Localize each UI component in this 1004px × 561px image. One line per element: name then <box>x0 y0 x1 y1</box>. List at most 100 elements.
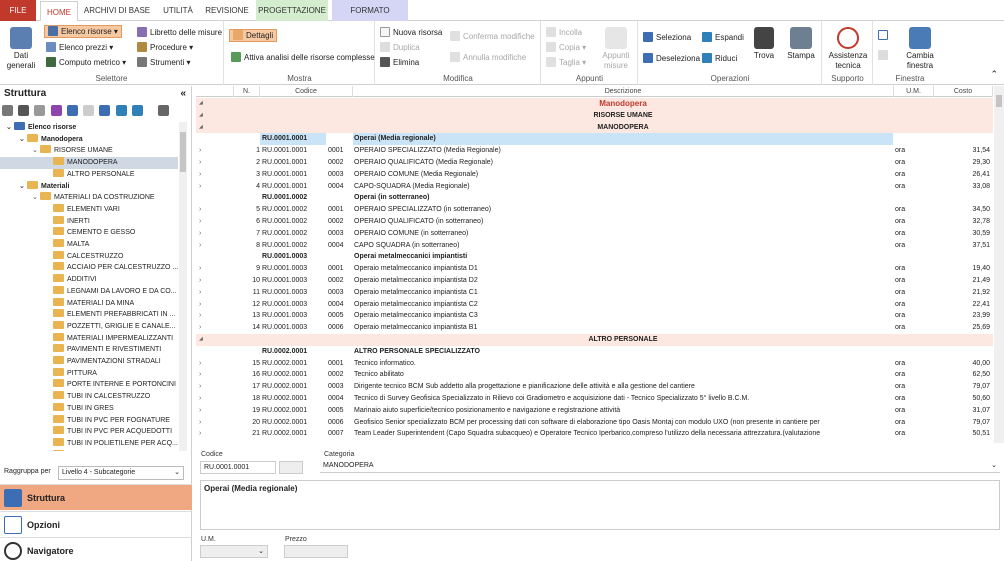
grid-scroll-thumb[interactable] <box>996 95 1002 107</box>
nav-opzioni[interactable]: Opzioni <box>0 511 192 537</box>
tree-node[interactable]: ⌄ Elenco risorse <box>0 122 178 134</box>
tree-scrollbar[interactable] <box>179 122 187 451</box>
expand-row-icon[interactable]: › <box>199 405 207 417</box>
header-costo[interactable]: Costo <box>934 86 993 97</box>
nav-navigatore[interactable]: Navigatore <box>0 537 192 561</box>
expand-row-icon[interactable]: › <box>199 240 207 252</box>
tab-archivi-di-base[interactable]: ARCHIVI DI BASE <box>82 0 152 21</box>
expand-row-icon[interactable]: › <box>199 358 207 370</box>
expand-row-icon[interactable]: › <box>199 228 207 240</box>
table-row[interactable]: › 3 RU.0001.0001 0003 OPERAIO COMUNE (Media … <box>196 169 993 181</box>
collapse-panel-icon[interactable]: « <box>180 86 186 102</box>
dati-generali-button[interactable]: Dati generali <box>4 27 38 71</box>
riduci-button[interactable]: Riduci <box>702 52 737 65</box>
tree-node[interactable]: TUBI IN GHISA <box>0 449 178 451</box>
table-row[interactable]: › 11 RU.0001.0003 0003 Operaio metalmeccanic… <box>196 287 993 299</box>
delete-icon[interactable] <box>18 105 30 116</box>
table-row[interactable]: › 14 RU.0001.0003 0006 Operaio metalmeccanic… <box>196 322 993 334</box>
tree-node[interactable]: ⌄ MATERIALI DA COSTRUZIONE <box>0 192 178 204</box>
collapse-row-icon[interactable]: ◢ <box>199 98 207 110</box>
descrizione-textarea[interactable]: Operai (Media regionale) <box>200 480 1000 530</box>
tree-node[interactable]: ⌄ Manodopera <box>0 133 178 146</box>
ribbon-collapse-icon[interactable]: ⌃ <box>990 69 998 80</box>
tree-node[interactable]: ⌄ Materiali <box>0 180 178 193</box>
expand-row-icon[interactable]: › <box>199 299 207 311</box>
tree-node[interactable]: PITTURA <box>0 367 178 380</box>
assistenza-tecnica-button[interactable]: Assistenza tecnica <box>825 27 871 71</box>
group-row[interactable]: RU.0001.0001 Operai (Media regionale) <box>196 133 993 146</box>
expand-row-icon[interactable]: › <box>199 145 207 157</box>
elenco-prezzi-button[interactable]: Elenco prezzi ▾ <box>46 41 113 54</box>
tree-node[interactable]: PAVIMENTAZIONI STRADALI <box>0 356 178 368</box>
tree-node[interactable]: MATERIALI IMPERMEALIZZANTI <box>0 332 178 345</box>
table-row[interactable]: › 4 RU.0001.0001 0004 CAPO-SQUADRA (Media Re… <box>196 181 993 193</box>
tree-node[interactable]: INERTI <box>0 215 178 228</box>
trova-button[interactable]: Trova <box>749 27 779 61</box>
tree-node[interactable]: MATERIALI DA MINA <box>0 297 178 310</box>
duplica-button[interactable]: Duplica <box>380 41 420 54</box>
tree-expander-icon[interactable]: ⌄ <box>6 122 14 134</box>
category-row[interactable]: ◢ ALTRO PERSONALE <box>196 334 993 346</box>
tab-home[interactable]: HOME <box>40 1 78 22</box>
tab-formato[interactable]: FORMATO <box>332 0 408 21</box>
category-row[interactable]: ◢ MANODOPERA <box>196 121 993 134</box>
strumenti-button[interactable]: Strumenti ▾ <box>137 56 190 69</box>
tree-node[interactable]: ALTRO PERSONALE <box>0 168 178 181</box>
table-row[interactable]: › 17 RU.0002.0001 0003 Dirigente tecnico BCM… <box>196 381 993 393</box>
codice-field[interactable]: RU.0001.0001 <box>200 461 276 474</box>
table-row[interactable]: › 19 RU.0002.0001 0005 Marinaio aiuto superf… <box>196 405 993 417</box>
expand-row-icon[interactable]: › <box>199 417 207 429</box>
window-tile-button[interactable] <box>878 49 891 62</box>
table-row[interactable]: › 6 RU.0001.0002 0002 OPERAIO QUALIFICATO (i… <box>196 216 993 228</box>
expand-row-icon[interactable]: › <box>199 157 207 169</box>
table-row[interactable]: › 16 RU.0002.0001 0002 Tecnico abilitato ora 6… <box>196 369 993 381</box>
tree-node[interactable]: TUBI IN PVC PER ACQUEDOTTI <box>0 426 178 438</box>
tag-icon[interactable] <box>50 105 62 116</box>
tree-node[interactable]: PORTE INTERNE E PORTONCINI <box>0 379 178 391</box>
tree-node[interactable]: ACCIAIO PER CALCESTRUZZO ... <box>0 262 178 274</box>
expand-row-icon[interactable]: › <box>199 169 207 181</box>
expand-row-icon[interactable]: › <box>199 204 207 216</box>
expand-row-icon[interactable]: › <box>199 216 207 228</box>
group-row[interactable]: RU.0002.0001 ALTRO PERSONALE SPECIALIZZAT… <box>196 346 993 358</box>
computo-metrico-button[interactable]: Computo metrico ▾ <box>46 56 126 69</box>
expand-row-icon[interactable]: › <box>199 381 207 393</box>
table-row[interactable]: › 2 RU.0001.0001 0002 OPERAIO QUALIFICATO (M… <box>196 157 993 169</box>
nav-struttura[interactable]: Struttura <box>0 484 192 510</box>
espandi-button[interactable]: Espandi <box>702 31 744 44</box>
annulla-modifiche-button[interactable]: Annulla modifiche <box>450 51 526 64</box>
deseleziona-button[interactable]: Deseleziona <box>643 52 700 65</box>
header-codice[interactable]: Codice <box>260 86 353 97</box>
elimina-button[interactable]: Elimina <box>380 56 419 69</box>
new-item-icon[interactable] <box>2 105 13 116</box>
move-up-icon[interactable] <box>83 105 95 116</box>
stampa-button[interactable]: Stampa <box>785 27 817 61</box>
table-row[interactable]: › 5 RU.0001.0002 0001 OPERAIO SPECIALIZZATO … <box>196 204 993 216</box>
collapse-row-icon[interactable]: ◢ <box>199 122 207 134</box>
expand-row-icon[interactable]: › <box>199 263 207 275</box>
nuova-risorsa-button[interactable]: Nuova risorsa <box>380 26 442 39</box>
taglia-button[interactable]: Taglia ▾ <box>546 56 586 69</box>
tree-node[interactable]: ADDITIVI <box>0 274 178 286</box>
tree-node[interactable]: MANODOPERA <box>0 157 178 169</box>
link-icon[interactable] <box>66 105 78 116</box>
header-n[interactable]: N. <box>234 86 260 97</box>
tree-node[interactable]: TUBI IN PVC PER FOGNATURE <box>0 414 178 427</box>
table-row[interactable]: › 21 RU.0002.0001 0007 Team Leader Superinte… <box>196 428 993 440</box>
libretto-misure-button[interactable]: Libretto delle misure <box>137 26 222 39</box>
raggruppa-select[interactable]: Livello 4 - Subcategorie ⌄ <box>58 466 184 480</box>
collapse-row-icon[interactable]: ◢ <box>199 110 207 122</box>
expand-row-icon[interactable]: › <box>199 310 207 322</box>
tree-node[interactable]: TUBI IN GRES <box>0 402 178 415</box>
tree-node[interactable]: ⌄ RISORSE UMANE <box>0 145 178 157</box>
header-descrizione[interactable]: Descrizione <box>353 86 894 97</box>
tree-node[interactable]: LEGNAMI DA LAVORO E DA CO... <box>0 285 178 298</box>
tab-utilita[interactable]: UTILITÀ <box>158 0 198 21</box>
table-row[interactable]: › 9 RU.0001.0003 0001 Operaio metalmeccanico… <box>196 263 993 275</box>
expand-row-icon[interactable]: › <box>199 369 207 381</box>
tree-node[interactable]: ELEMENTI PREFABBRICATI IN ... <box>0 309 178 321</box>
category-row[interactable]: ◢ RISORSE UMANE <box>196 109 993 122</box>
group-row[interactable]: RU.0001.0002 Operai (in sotterraneo) <box>196 192 993 204</box>
filter-icon[interactable] <box>158 105 170 116</box>
collapse-tree-icon[interactable] <box>131 105 143 116</box>
